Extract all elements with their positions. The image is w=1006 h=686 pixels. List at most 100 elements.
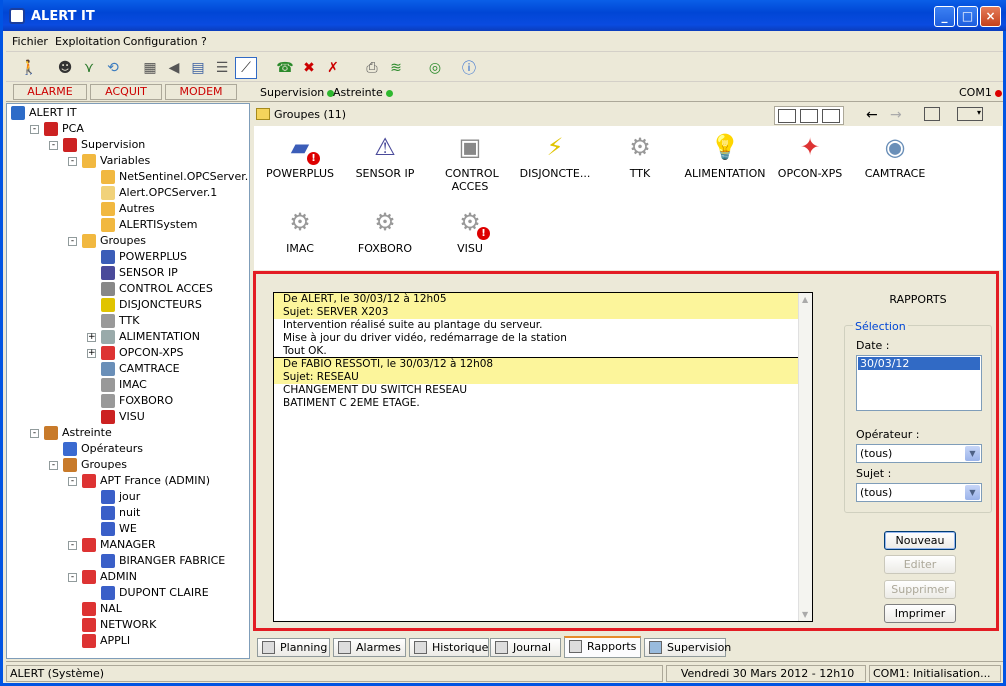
- group-icon-item[interactable]: ⚡ DISJONCTE...: [510, 131, 600, 180]
- tree-item[interactable]: NetSentinel.OPCServer.1: [101, 169, 249, 185]
- collapse-icon[interactable]: -: [68, 541, 77, 550]
- tree-item[interactable]: Variables: [82, 153, 150, 169]
- chevron-down-icon[interactable]: ▼: [965, 446, 980, 461]
- tree-item[interactable]: SENSOR IP: [101, 265, 178, 281]
- tree-item[interactable]: Groupes: [82, 233, 146, 249]
- delete-button[interactable]: Supprimer: [884, 580, 956, 599]
- tree-item[interactable]: CONTROL ACCES: [101, 281, 213, 297]
- alarme-button[interactable]: ALARME: [13, 84, 87, 100]
- tab-historique[interactable]: Historique: [409, 638, 489, 657]
- about-icon[interactable]: ⓘ: [458, 57, 480, 79]
- date-listbox[interactable]: 30/03/12: [856, 355, 982, 411]
- tree-item[interactable]: jour: [101, 489, 140, 505]
- tree-item[interactable]: OPCON-XPS: [101, 345, 183, 361]
- tree-item[interactable]: nuit: [101, 505, 140, 521]
- tree-item[interactable]: Astreinte: [44, 425, 112, 441]
- group-icon-item[interactable]: ▰! POWERPLUS: [255, 131, 345, 180]
- new-button[interactable]: Nouveau: [884, 531, 956, 550]
- disconnect-icon[interactable]: ✖: [298, 57, 320, 79]
- collapse-icon[interactable]: -: [49, 461, 58, 470]
- tree-item[interactable]: ALERTISystem: [101, 217, 197, 233]
- tree-item[interactable]: PCA: [44, 121, 84, 137]
- group-icon-item[interactable]: ✦ OPCON-XPS: [765, 131, 855, 180]
- tree-item[interactable]: DUPONT CLAIRE: [101, 585, 209, 601]
- collapse-icon[interactable]: -: [68, 477, 77, 486]
- tree-item[interactable]: Autres: [101, 201, 155, 217]
- network-icon[interactable]: ⋎: [78, 57, 100, 79]
- navigation-tree[interactable]: ALERT IT PCA - Supervision - Variables - NetSen…: [6, 103, 250, 659]
- target-icon[interactable]: ◎: [424, 57, 446, 79]
- phone-icon[interactable]: ☎: [274, 57, 296, 79]
- subject-select[interactable]: (tous) ▼: [856, 483, 982, 502]
- maximize-button[interactable]: □: [957, 6, 978, 27]
- group-icon-item[interactable]: ⚙ IMAC: [255, 206, 345, 255]
- scroll-down-icon[interactable]: ▼: [802, 610, 808, 619]
- close-button[interactable]: ×: [980, 6, 1001, 27]
- collapse-icon[interactable]: -: [30, 429, 39, 438]
- tab-rapports[interactable]: Rapports: [564, 636, 641, 658]
- views-dropdown-icon[interactable]: ▾: [957, 107, 983, 121]
- menu-exploitation[interactable]: Exploitation: [55, 35, 120, 48]
- reports-scrollbar[interactable]: ▲ ▼: [798, 293, 812, 621]
- tab-journal[interactable]: Journal: [490, 638, 561, 657]
- group-icon-item[interactable]: 💡 ALIMENTATION: [680, 131, 770, 180]
- back-arrow-icon[interactable]: ←: [866, 107, 878, 123]
- date-option[interactable]: 30/03/12: [858, 357, 980, 370]
- tree-item[interactable]: APT France (ADMIN): [82, 473, 210, 489]
- tree-item[interactable]: Supervision: [63, 137, 145, 153]
- tree-item[interactable]: ALIMENTATION: [101, 329, 200, 345]
- pager-icon[interactable]: ≋: [385, 57, 407, 79]
- tree-item[interactable]: IMAC: [101, 377, 147, 393]
- expand-icon[interactable]: +: [87, 333, 96, 342]
- collapse-icon[interactable]: -: [49, 141, 58, 150]
- reports-text-area[interactable]: De ALERT, le 30/03/12 à 12h05 Sujet: SER…: [273, 292, 813, 622]
- menu-help[interactable]: ?: [201, 35, 207, 48]
- tab-planning[interactable]: Planning: [257, 638, 330, 657]
- view-small-icon[interactable]: [800, 109, 818, 123]
- minimize-button[interactable]: _: [934, 6, 955, 27]
- tree-item[interactable]: APPLI: [82, 633, 130, 649]
- up-folder-icon[interactable]: [924, 107, 940, 121]
- tree-item[interactable]: BIRANGER FABRICE: [101, 553, 225, 569]
- edit-button[interactable]: Editer: [884, 555, 956, 574]
- acquit-button[interactable]: ACQUIT: [90, 84, 162, 100]
- tree-item[interactable]: TTK: [101, 313, 139, 329]
- expand-icon[interactable]: +: [87, 349, 96, 358]
- view-details-icon[interactable]: [822, 109, 840, 123]
- scroll-up-icon[interactable]: ▲: [802, 295, 808, 304]
- tree-item[interactable]: Opérateurs: [63, 441, 143, 457]
- help-user-icon[interactable]: ☻: [54, 57, 76, 79]
- forward-arrow-icon[interactable]: →: [890, 107, 902, 123]
- tree-item[interactable]: ALERT IT: [11, 105, 77, 121]
- speaker-icon[interactable]: ◀: [163, 57, 185, 79]
- tree-item[interactable]: Groupes: [63, 457, 127, 473]
- tree-item[interactable]: FOXBORO: [101, 393, 173, 409]
- group-icon-item[interactable]: ⚙ FOXBORO: [340, 206, 430, 255]
- report-icon[interactable]: ⟋: [235, 57, 257, 79]
- group-icon-item[interactable]: ▣ CONTROL ACCES: [425, 131, 515, 193]
- tree-item[interactable]: DISJONCTEURS: [101, 297, 202, 313]
- list-icon[interactable]: ☰: [211, 57, 233, 79]
- collapse-icon[interactable]: -: [30, 125, 39, 134]
- tree-item[interactable]: POWERPLUS: [101, 249, 187, 265]
- collapse-icon[interactable]: -: [68, 157, 77, 166]
- menu-fichier[interactable]: Fichier: [12, 35, 48, 48]
- operator-select[interactable]: (tous) ▼: [856, 444, 982, 463]
- collapse-icon[interactable]: -: [68, 237, 77, 246]
- view-large-icon[interactable]: [778, 109, 796, 123]
- modem-button[interactable]: MODEM: [165, 84, 237, 100]
- group-icon-item[interactable]: ⚠ SENSOR IP: [340, 131, 430, 180]
- tree-item[interactable]: NAL: [82, 601, 122, 617]
- menu-configuration[interactable]: Configuration: [123, 35, 198, 48]
- tab-supervision[interactable]: Supervision: [644, 638, 731, 657]
- tree-item[interactable]: ADMIN: [82, 569, 137, 585]
- tree-item[interactable]: Alert.OPCServer.1: [101, 185, 217, 201]
- device-icon[interactable]: ▤: [187, 57, 209, 79]
- cancel-icon[interactable]: ✗: [322, 57, 344, 79]
- refresh-icon[interactable]: ⟲: [102, 57, 124, 79]
- tree-item[interactable]: MANAGER: [82, 537, 156, 553]
- tree-item[interactable]: VISU: [101, 409, 145, 425]
- exit-icon[interactable]: 🚶: [18, 57, 40, 79]
- print-icon[interactable]: ⎙: [361, 57, 383, 79]
- group-icon-item[interactable]: ◉ CAMTRACE: [850, 131, 940, 180]
